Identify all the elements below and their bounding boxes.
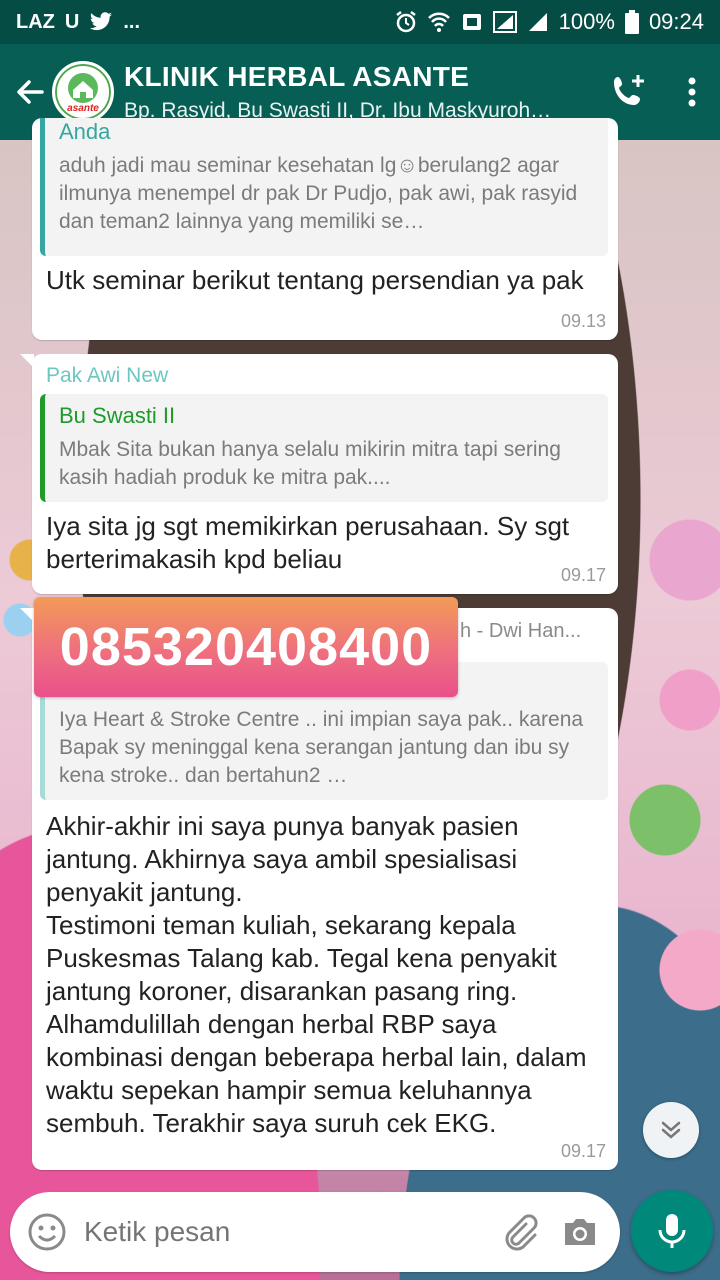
- sender-name-partial[interactable]: h - Dwi Han...: [460, 620, 581, 643]
- emoji-button[interactable]: [26, 1211, 68, 1253]
- clock-time: 09:24: [648, 9, 704, 34]
- battery-percentage: 100%: [558, 9, 615, 34]
- signal-box-icon: [492, 11, 517, 33]
- battery-icon: [624, 10, 639, 34]
- status-bar: LAZ U ... 100% 09:24: [0, 0, 720, 44]
- message-composer: [10, 1192, 620, 1272]
- quoted-text: Iya Heart & Stroke Centre .. ini impian …: [59, 708, 584, 787]
- add-call-icon: [614, 75, 644, 105]
- message-bubble[interactable]: Anda aduh jadi mau seminar kesehatan lg☺…: [32, 118, 618, 340]
- quoted-message[interactable]: Bu Swasti II Mbak Sita bukan hanya selal…: [40, 394, 608, 502]
- quoted-text: Mbak Sita bukan hanya selalu mikirin mit…: [59, 438, 561, 489]
- arrow-left-icon: [17, 80, 44, 104]
- camera-icon: [565, 1219, 595, 1245]
- chat-title: KLINIK HERBAL ASANTE: [124, 61, 470, 92]
- wifi-icon: [427, 11, 451, 33]
- group-avatar[interactable]: asante: [52, 61, 114, 123]
- bubble-tail: [20, 608, 34, 622]
- double-chevron-down-icon: [661, 1121, 681, 1139]
- phone-number-banner: 085320408400: [34, 597, 458, 697]
- status-right-icons: 100% 09:24: [395, 9, 704, 35]
- chat-title-block[interactable]: KLINIK HERBAL ASANTE Bp. Rasyid, Bu Swas…: [124, 61, 594, 123]
- sender-name[interactable]: Pak Awi New: [40, 362, 608, 394]
- overflow-menu-button[interactable]: [664, 44, 720, 140]
- paperclip-icon: [505, 1214, 538, 1251]
- quoted-message[interactable]: Anda aduh jadi mau seminar kesehatan lg☺…: [40, 118, 608, 256]
- message-text: Iya sita jg sgt memikirkan perusahaan. S…: [46, 511, 570, 574]
- quoted-text: aduh jadi mau seminar kesehatan lg☺berul…: [59, 154, 578, 233]
- more-notifications-icon: ...: [123, 10, 141, 33]
- signal-strength-icon: [527, 11, 549, 33]
- bubble-tail: [20, 354, 34, 368]
- more-vert-icon: [688, 77, 696, 107]
- mic-icon: [658, 1214, 686, 1248]
- message-time: 09.17: [560, 565, 606, 585]
- alarm-icon: [395, 11, 417, 33]
- twitter-icon: [89, 12, 113, 32]
- u-notification-icon: U: [64, 10, 80, 33]
- message-text: Akhir-akhir ini saya punya banyak pasien…: [46, 811, 587, 1138]
- cast-icon: [461, 11, 483, 33]
- message-input[interactable]: [84, 1216, 484, 1248]
- quoted-author: Bu Swasti II: [59, 403, 176, 428]
- camera-button[interactable]: [556, 1208, 604, 1256]
- laz-notification-icon: LAZ: [16, 10, 55, 33]
- message-text: Utk seminar berikut tentang persendian y…: [46, 265, 584, 295]
- message-bubble[interactable]: Pak Awi New Bu Swasti II Mbak Sita bukan…: [20, 354, 618, 594]
- status-left-icons: LAZ U ...: [16, 11, 140, 34]
- scroll-to-bottom-button[interactable]: [643, 1102, 699, 1158]
- attach-button[interactable]: [496, 1208, 544, 1256]
- quoted-author: Anda: [59, 119, 111, 144]
- voice-record-button[interactable]: [631, 1190, 713, 1272]
- message-time: 09.17: [560, 1141, 606, 1161]
- emoji-icon: [28, 1213, 66, 1251]
- avatar-logo-text: asante: [67, 103, 99, 114]
- message-time: 09.13: [560, 311, 606, 331]
